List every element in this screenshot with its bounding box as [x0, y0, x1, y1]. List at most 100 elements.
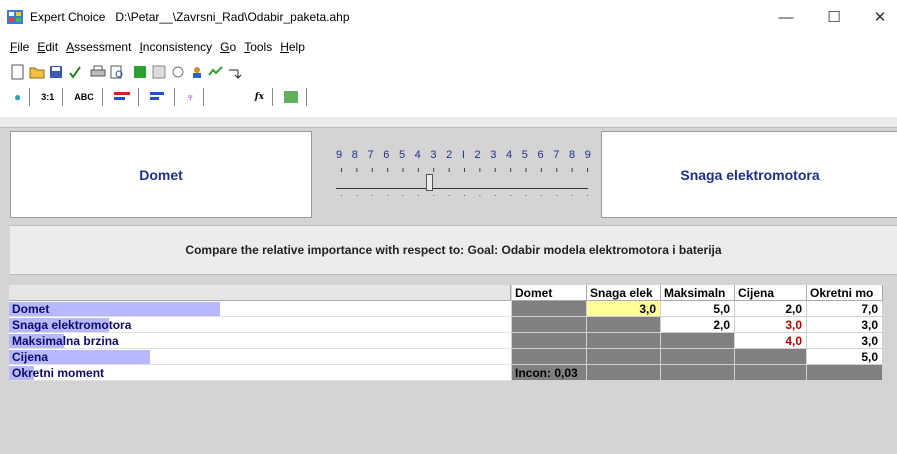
maximize-icon: ☐: [827, 9, 841, 26]
close-icon: ✕: [873, 9, 887, 26]
green-grid-icon[interactable]: [132, 64, 148, 80]
bars-blue-icon: [149, 92, 164, 100]
scale-tick: [417, 168, 419, 172]
scale-dot: [587, 195, 588, 196]
matrix-column-header[interactable]: Snaga elek: [587, 285, 661, 301]
matrix-cell[interactable]: 3,0: [735, 317, 807, 333]
matrix-cell[interactable]: 5,0: [807, 349, 883, 365]
tab-formula[interactable]: fx: [246, 88, 274, 106]
sensitivity-icon[interactable]: [208, 64, 224, 80]
tab-ratio[interactable]: 3:1: [33, 88, 64, 106]
scale-tick: [402, 168, 404, 172]
menu-inconsistency[interactable]: Inconsistency: [139, 40, 212, 54]
arrow-icon[interactable]: [227, 64, 243, 80]
matrix-column-header[interactable]: Cijena: [735, 285, 807, 301]
matrix-cell[interactable]: 3,0: [587, 301, 661, 317]
new-file-icon[interactable]: [10, 64, 26, 80]
scale-tick: [510, 168, 512, 172]
tab-graphical[interactable]: [105, 88, 139, 106]
menu-assessment[interactable]: Assessment: [66, 40, 131, 54]
tab-matrix[interactable]: [276, 88, 308, 106]
tab-tree[interactable]: ♆: [177, 88, 204, 106]
matrix-cell: [661, 333, 735, 349]
scale-tick: [556, 168, 558, 172]
matrix-row-label[interactable]: Okretni moment: [9, 365, 511, 381]
scale-dot: [356, 195, 358, 196]
scale-dot: [479, 195, 481, 196]
scale-tick: [448, 168, 450, 172]
app-name: Expert Choice: [30, 10, 106, 24]
scale-number: 7: [553, 149, 560, 161]
scale-dot: [464, 195, 465, 196]
matrix-cell: [735, 365, 807, 381]
matrix-cell[interactable]: 3,0: [807, 333, 883, 349]
slider-thumb[interactable]: [426, 174, 433, 191]
row-label-text: Cijena: [12, 350, 49, 364]
scale-tick: [571, 168, 573, 172]
model-icon[interactable]: [170, 64, 186, 80]
check-icon[interactable]: [67, 64, 83, 80]
scale-tick: [371, 168, 373, 172]
matrix-cell[interactable]: 7,0: [807, 301, 883, 317]
print-icon[interactable]: [90, 64, 106, 80]
close-button[interactable]: ✕: [858, 2, 897, 32]
scale-dot: [510, 195, 512, 196]
right-element-box[interactable]: Snaga elektromotora: [601, 131, 897, 218]
tab-numerical[interactable]: ●: [6, 88, 31, 106]
matrix-row: Domet 3,0 5,0 2,0 7,0: [9, 301, 883, 317]
scale-dot: [448, 195, 450, 196]
numerical-icon: ●: [14, 90, 22, 104]
matrix-column-header[interactable]: Maksimaln: [661, 285, 735, 301]
matrix-row-label[interactable]: Maksimalna brzina: [9, 333, 511, 349]
matrix-cell[interactable]: 4,0: [735, 333, 807, 349]
scale-tick: [540, 168, 542, 172]
menu-file[interactable]: File: [10, 40, 29, 54]
menu-tools[interactable]: Tools: [244, 40, 272, 54]
comparison-matrix: Domet Snaga elek Maksimaln Cijena Okretni mo…: [9, 285, 883, 397]
comparison-scale[interactable]: 98765432I23456789: [312, 131, 599, 221]
scale-dot: [525, 195, 527, 196]
print-preview-icon[interactable]: [109, 64, 125, 80]
row-label-text: Snaga elektromotora: [12, 318, 132, 332]
menu-go[interactable]: Go: [220, 40, 236, 54]
scale-tick: [494, 168, 496, 172]
tab-questionnaire[interactable]: [141, 88, 175, 106]
maximize-button[interactable]: ☐: [812, 2, 856, 32]
people-icon[interactable]: [189, 64, 205, 80]
minimize-button[interactable]: —: [764, 2, 808, 32]
chart-icon[interactable]: [151, 64, 167, 80]
open-folder-icon[interactable]: [29, 64, 45, 80]
matrix-row-label[interactable]: Domet: [9, 301, 511, 317]
grid-icon: [284, 91, 299, 103]
tab-verbal[interactable]: ABC: [66, 88, 103, 106]
scale-dot: [556, 195, 558, 196]
matrix-cell: Incon: 0,03: [512, 365, 587, 381]
scale-dot: [571, 195, 573, 196]
save-icon[interactable]: [48, 64, 64, 80]
scale-tick: [464, 168, 465, 172]
scale-numbers: 98765432I23456789: [336, 149, 591, 161]
scale-slider-track: [336, 188, 588, 189]
matrix-row-label[interactable]: Cijena: [9, 349, 511, 365]
matrix-cell: [661, 365, 735, 381]
left-element-box[interactable]: Domet: [10, 131, 312, 218]
scale-number: 6: [383, 149, 390, 161]
scale-dots: [341, 195, 588, 196]
matrix-cell[interactable]: 2,0: [735, 301, 807, 317]
scale-tick: [587, 168, 588, 172]
scale-number: 8: [351, 149, 358, 161]
file-path: D:\Petar__\Zavrsni_Rad\Odabir_paketa.ahp: [115, 10, 350, 24]
menu-help[interactable]: Help: [280, 40, 305, 54]
matrix-row: Okretni moment Incon: 0,03: [9, 365, 883, 381]
left-element-label: Domet: [139, 166, 183, 183]
matrix-cell[interactable]: 3,0: [807, 317, 883, 333]
matrix-column-header[interactable]: Okretni mo: [807, 285, 883, 301]
matrix-column-header[interactable]: Domet: [512, 285, 587, 301]
menu-edit[interactable]: Edit: [37, 40, 58, 54]
assessment-tab-strip: ● 3:1 ABC ♆ fx: [6, 86, 310, 106]
matrix-cell[interactable]: 5,0: [661, 301, 735, 317]
scale-number: 2: [474, 149, 481, 161]
matrix-cell[interactable]: 2,0: [661, 317, 735, 333]
matrix-cell: [735, 349, 807, 365]
matrix-row-label[interactable]: Snaga elektromotora: [9, 317, 511, 333]
